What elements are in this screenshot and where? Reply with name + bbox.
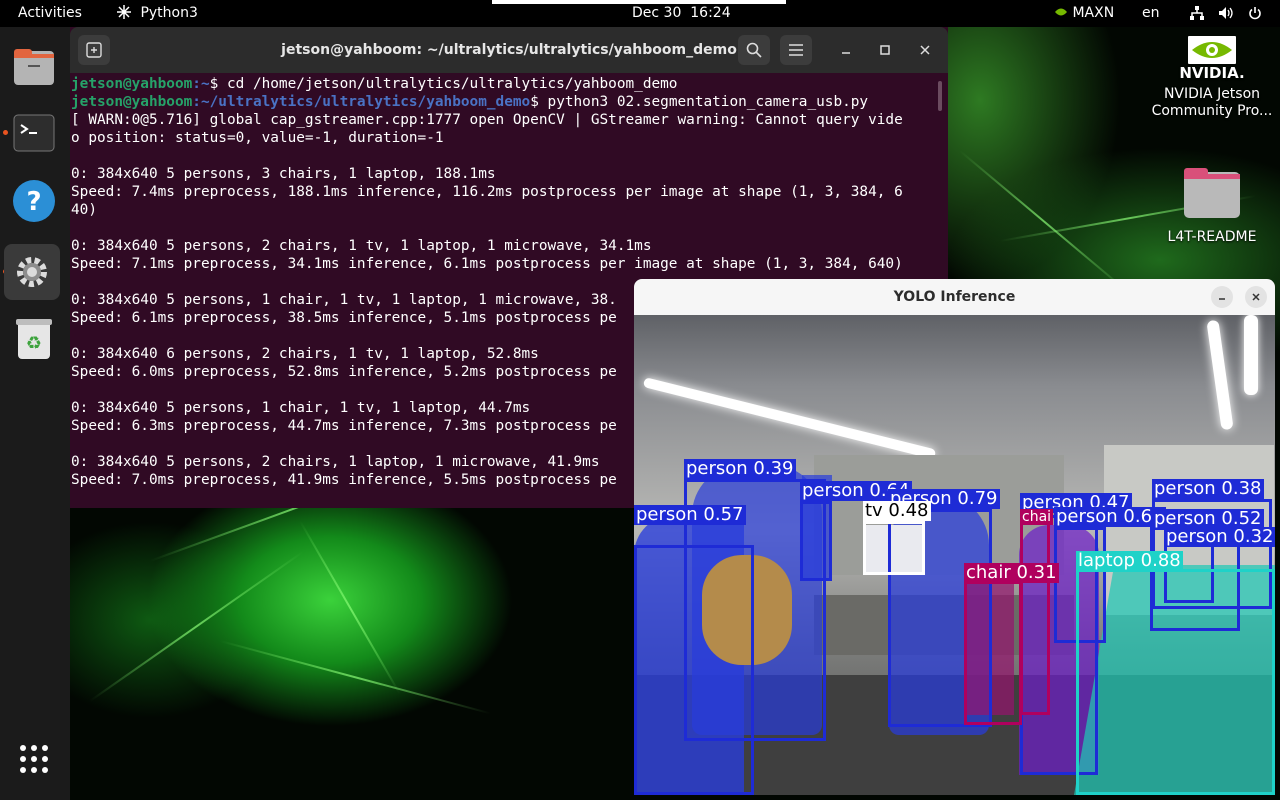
- yolo-header[interactable]: YOLO Inference: [634, 279, 1275, 315]
- terminal-title: jetson@yahboom: ~/ultralytics/ultralytic…: [281, 42, 737, 58]
- detection-label: person 0.38: [1152, 478, 1264, 499]
- detection-label: laptop 0.88: [1076, 550, 1183, 571]
- prompt-path: :~: [192, 76, 210, 92]
- terminal-output-line: 40): [71, 202, 97, 218]
- activities-button[interactable]: Activities: [18, 0, 82, 27]
- prompt-line: jetson@yahboom:~/ultralytics/ultralytics…: [71, 93, 939, 111]
- maximize-button[interactable]: [874, 39, 896, 61]
- power-mode-indicator[interactable]: MAXN: [1054, 0, 1114, 27]
- network-icon[interactable]: [1190, 6, 1204, 22]
- detection-label: chair 0.31: [964, 562, 1059, 583]
- prompt-command: $ cd /home/jetson/ultralytics/ultralytic…: [209, 76, 678, 92]
- detection-label: person 0.32: [1164, 526, 1275, 547]
- app-menu[interactable]: Python3: [116, 0, 198, 27]
- detection-box: [1020, 515, 1050, 715]
- top-bar: Activities Python3 Dec 30 16:24 MAXN en: [0, 0, 1280, 27]
- nvidia-tray-icon: [1055, 8, 1067, 16]
- ceiling-light: [1244, 315, 1258, 395]
- readme-label: L4T-README: [1167, 229, 1257, 245]
- prompt-line: jetson@yahboom:~$ cd /home/jetson/ultral…: [71, 75, 939, 93]
- ceiling-light: [1206, 319, 1234, 431]
- terminal-output-line: 0: 384x640 5 persons, 2 chairs, 1 tv, 1 …: [71, 238, 652, 254]
- show-apps-icon[interactable]: [10, 735, 58, 783]
- detection-label: person 0.57: [634, 504, 746, 525]
- folder-icon: [1184, 168, 1240, 218]
- nvidia-label-line2: Community Pro...: [1151, 103, 1273, 119]
- minimize-icon: [1219, 298, 1225, 300]
- prompt-user: jetson@yahboom: [71, 76, 193, 92]
- menu-icon: [789, 44, 803, 56]
- wallpaper-streak: [89, 551, 304, 702]
- volume-icon[interactable]: [1218, 6, 1234, 22]
- detection-label: tv 0.48: [863, 500, 931, 521]
- help-icon[interactable]: ?: [10, 177, 58, 225]
- svg-text:♻: ♻: [26, 333, 42, 354]
- yolo-title: YOLO Inference: [893, 289, 1016, 305]
- dock: ? ♻: [0, 27, 70, 800]
- terminal-output-line: [ WARN:0@5.716] global cap_gstreamer.cpp…: [71, 112, 903, 128]
- files-icon[interactable]: [10, 43, 58, 91]
- desktop-icon-nvidia[interactable]: NVIDIA. NVIDIA Jetson Community Pro...: [1150, 36, 1274, 126]
- dock-running-indicator: [3, 130, 8, 135]
- language-indicator[interactable]: en: [1142, 0, 1160, 27]
- wallpaper-streak: [219, 640, 491, 715]
- prompt-command: $ python3 02.segmentation_camera_usb.py: [530, 94, 869, 110]
- detection-box: [800, 501, 832, 581]
- app-name: Python3: [140, 5, 198, 21]
- terminal-output-line: Speed: 7.4ms preprocess, 188.1ms inferen…: [71, 184, 903, 200]
- terminal-output-line: 0: 384x640 5 persons, 3 chairs, 1 laptop…: [71, 166, 496, 182]
- detection-label: person 0.66: [1054, 506, 1166, 527]
- menu-button[interactable]: [780, 35, 812, 65]
- search-icon: [746, 42, 762, 58]
- terminal-icon[interactable]: [10, 109, 58, 157]
- prompt-path: :~/ultralytics/ultralytics/yahboom_demo: [192, 94, 531, 110]
- maximize-icon: [880, 45, 890, 55]
- close-button[interactable]: [914, 39, 936, 61]
- svg-text:?: ?: [26, 187, 41, 217]
- yolo-minimize-button[interactable]: [1211, 286, 1233, 308]
- nvidia-label-line1: NVIDIA Jetson: [1163, 86, 1261, 102]
- settings-icon[interactable]: [4, 244, 60, 300]
- detection-label: person 0.39: [684, 458, 796, 479]
- trash-icon[interactable]: ♻: [10, 315, 58, 363]
- terminal-output-line: Speed: 7.1ms preprocess, 34.1ms inferenc…: [71, 256, 903, 272]
- close-icon: [920, 45, 930, 55]
- detection-box: [964, 581, 1022, 725]
- power-icon[interactable]: [1248, 6, 1262, 22]
- desktop-icon-readme[interactable]: L4T-README: [1160, 166, 1264, 248]
- minimize-icon: [842, 52, 850, 54]
- wallpaper-streak: [299, 520, 401, 695]
- nvidia-logo-text: NVIDIA.: [1179, 64, 1245, 82]
- grid-icon: [116, 0, 132, 27]
- detection-box: [1076, 569, 1275, 795]
- clock[interactable]: Dec 30 16:24: [632, 0, 731, 27]
- minimize-button[interactable]: [835, 39, 857, 61]
- terminal-header[interactable]: jetson@yahboom: ~/ultralytics/ultralytic…: [70, 27, 948, 73]
- camera-feed: person 0.39 person 0.64 person 0.79 pers…: [634, 315, 1275, 795]
- detection-label: chai: [1020, 509, 1054, 525]
- terminal-output-line: o position: status=0, value=-1, duration…: [71, 130, 444, 146]
- prompt-user: jetson@yahboom: [71, 94, 193, 110]
- yolo-window[interactable]: YOLO Inference person 0.39 person 0.64 p…: [634, 279, 1275, 795]
- power-mode-label: MAXN: [1072, 5, 1115, 21]
- close-icon: [1252, 293, 1260, 301]
- ceiling-light: [642, 377, 937, 460]
- detection-box: [634, 545, 754, 795]
- search-button[interactable]: [738, 35, 770, 65]
- detection-box: [863, 521, 925, 575]
- yolo-close-button[interactable]: [1245, 286, 1267, 308]
- nvidia-logo-icon: [1188, 36, 1236, 64]
